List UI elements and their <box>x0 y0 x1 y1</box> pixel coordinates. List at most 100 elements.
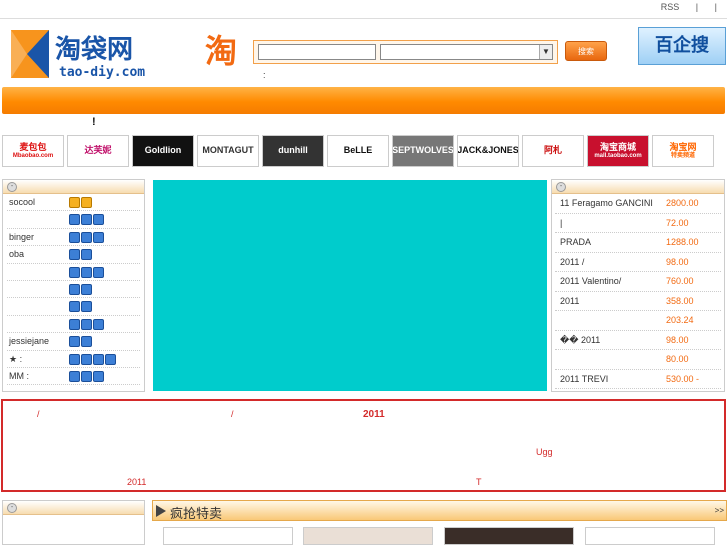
crown-icon <box>69 249 80 261</box>
product-thumb[interactable] <box>585 527 715 545</box>
crown-rating <box>69 231 104 243</box>
crown-icon <box>81 301 92 313</box>
product-price: 72.00 <box>666 217 689 228</box>
brand-logo[interactable]: JACK&JONES <box>457 135 519 167</box>
baiqisou-logo[interactable]: 百企搜 <box>638 27 726 65</box>
brand-label: BeLLE <box>343 145 373 156</box>
ranking-row[interactable] <box>7 316 140 334</box>
brand-logo[interactable]: 淘宝商城 mall.taobao.com <box>587 135 649 167</box>
flash-sale-title: 疯抢特卖 <box>170 507 223 522</box>
product-title[interactable]: 2011 Valentino/ <box>560 272 621 291</box>
crown-icon <box>93 353 104 365</box>
product-title[interactable]: 2011 TREVI <box>560 370 608 389</box>
panel-header: - <box>3 501 144 515</box>
rss-link[interactable]: RSS <box>661 2 680 12</box>
product-row[interactable]: 11 Feragamo GANCINI 2800.00 <box>555 194 721 214</box>
product-title[interactable]: 2011 / <box>560 253 584 272</box>
brand-label: 阿札 <box>543 145 562 156</box>
ranking-row[interactable] <box>7 211 140 229</box>
seller-name: MM : <box>9 370 29 381</box>
crown-icon <box>93 266 104 278</box>
ranking-row[interactable]: ★ : <box>7 351 140 368</box>
product-title[interactable]: �� 2011 <box>560 331 600 350</box>
search-input[interactable] <box>258 44 376 60</box>
brand-label: dunhill <box>278 145 308 156</box>
product-thumb[interactable] <box>444 527 574 545</box>
promo-t[interactable]: T <box>476 477 482 487</box>
crown-icon <box>81 214 92 226</box>
crown-icon <box>81 231 92 243</box>
brand-label: SEPTWOLVES <box>392 145 454 156</box>
brand-logo[interactable]: 阿札 <box>522 135 584 167</box>
brand-label: 淘宝网 <box>669 141 697 152</box>
search-hint: : <box>263 70 266 80</box>
promo-slash: / <box>37 409 40 419</box>
crown-rating <box>69 266 104 278</box>
brand-label: 麦包包 <box>19 141 47 152</box>
product-panel: - 11 Feragamo GANCINI 2800.00 | 72.00 PRADA… <box>551 179 725 392</box>
brand-label: 淘宝商城 <box>599 141 636 152</box>
product-title[interactable]: PRADA <box>560 233 591 252</box>
panel-header: - <box>3 180 144 194</box>
product-row[interactable]: 80.00 <box>555 350 721 370</box>
header-divider <box>0 18 727 19</box>
promo-ugg[interactable]: Ugg <box>536 447 553 457</box>
brand-logo[interactable]: 达芙妮 <box>67 135 129 167</box>
ranking-row[interactable]: binger <box>7 229 140 247</box>
brand-logo[interactable]: SEPTWOLVES <box>392 135 454 167</box>
promo-year[interactable]: 2011 <box>363 409 385 420</box>
brand-logo[interactable]: MONTAGUT <box>197 135 259 167</box>
crown-icon <box>93 318 104 330</box>
seller-name: binger <box>9 231 35 242</box>
product-row[interactable]: | 72.00 <box>555 214 721 233</box>
ranking-row[interactable]: MM : <box>7 368 140 386</box>
ranking-row[interactable]: jessiejane <box>7 333 140 351</box>
ranking-row[interactable] <box>7 281 140 299</box>
product-title[interactable]: 2011 <box>560 292 579 311</box>
product-row[interactable]: PRADA 1288.00 <box>555 233 721 253</box>
crown-rating <box>69 197 92 208</box>
brand-logo[interactable]: BeLLE <box>327 135 389 167</box>
product-thumb[interactable] <box>303 527 433 545</box>
ranking-row[interactable]: oba <box>7 246 140 264</box>
top-links: RSS | | <box>647 2 717 12</box>
more-link[interactable]: >> <box>715 506 724 515</box>
product-row[interactable]: 2011 358.00 <box>555 292 721 311</box>
panel-header: - <box>552 180 724 194</box>
promo-year2[interactable]: 2011 <box>127 477 146 487</box>
crown-icon <box>69 370 80 382</box>
collapse-icon[interactable]: - <box>556 182 566 192</box>
product-row[interactable]: 2011 / 98.00 <box>555 253 721 272</box>
product-row[interactable]: 203.24 <box>555 311 721 331</box>
brand-logo[interactable]: 淘宝网 特卖频道 <box>652 135 714 167</box>
product-row[interactable]: 2011 Valentino/760.00 <box>555 272 721 292</box>
main-banner[interactable] <box>153 180 547 391</box>
crown-icon <box>69 283 80 295</box>
product-price: 1288.00 <box>666 237 699 247</box>
collapse-icon[interactable]: - <box>7 182 17 192</box>
crown-rating <box>69 370 104 382</box>
product-title[interactable]: 11 Feragamo GANCINI <box>560 194 653 213</box>
ranking-row[interactable] <box>7 264 140 281</box>
notice-text: ! <box>92 116 96 128</box>
collapse-icon[interactable]: - <box>7 503 17 513</box>
promo-box: / / 2011 Ugg 2011 T <box>1 399 726 492</box>
product-price: 203.24 <box>666 315 694 325</box>
crown-icon <box>69 266 80 278</box>
top-separator: | <box>695 2 699 12</box>
product-row[interactable]: 2011 TREVI 530.00 - <box>555 370 721 389</box>
product-thumb[interactable] <box>163 527 293 545</box>
ranking-row[interactable]: socool <box>7 194 140 212</box>
brand-logo[interactable]: Goldlion <box>132 135 194 167</box>
brand-label: MONTAGUT <box>202 145 254 156</box>
product-price: 760.00 <box>666 276 694 286</box>
category-select[interactable]: ▼ <box>380 44 553 60</box>
search-button[interactable]: 搜索 <box>565 41 607 61</box>
brand-logo[interactable]: 麦包包 Mbaobao.com <box>2 135 64 167</box>
site-logo[interactable]: 淘袋网 tao-diy.com <box>9 28 169 80</box>
main-nav-bar <box>2 87 725 114</box>
product-title[interactable]: | <box>560 214 562 233</box>
ranking-row[interactable] <box>7 298 140 316</box>
product-row[interactable]: �� 2011 98.00 <box>555 331 721 350</box>
brand-logo[interactable]: dunhill <box>262 135 324 167</box>
